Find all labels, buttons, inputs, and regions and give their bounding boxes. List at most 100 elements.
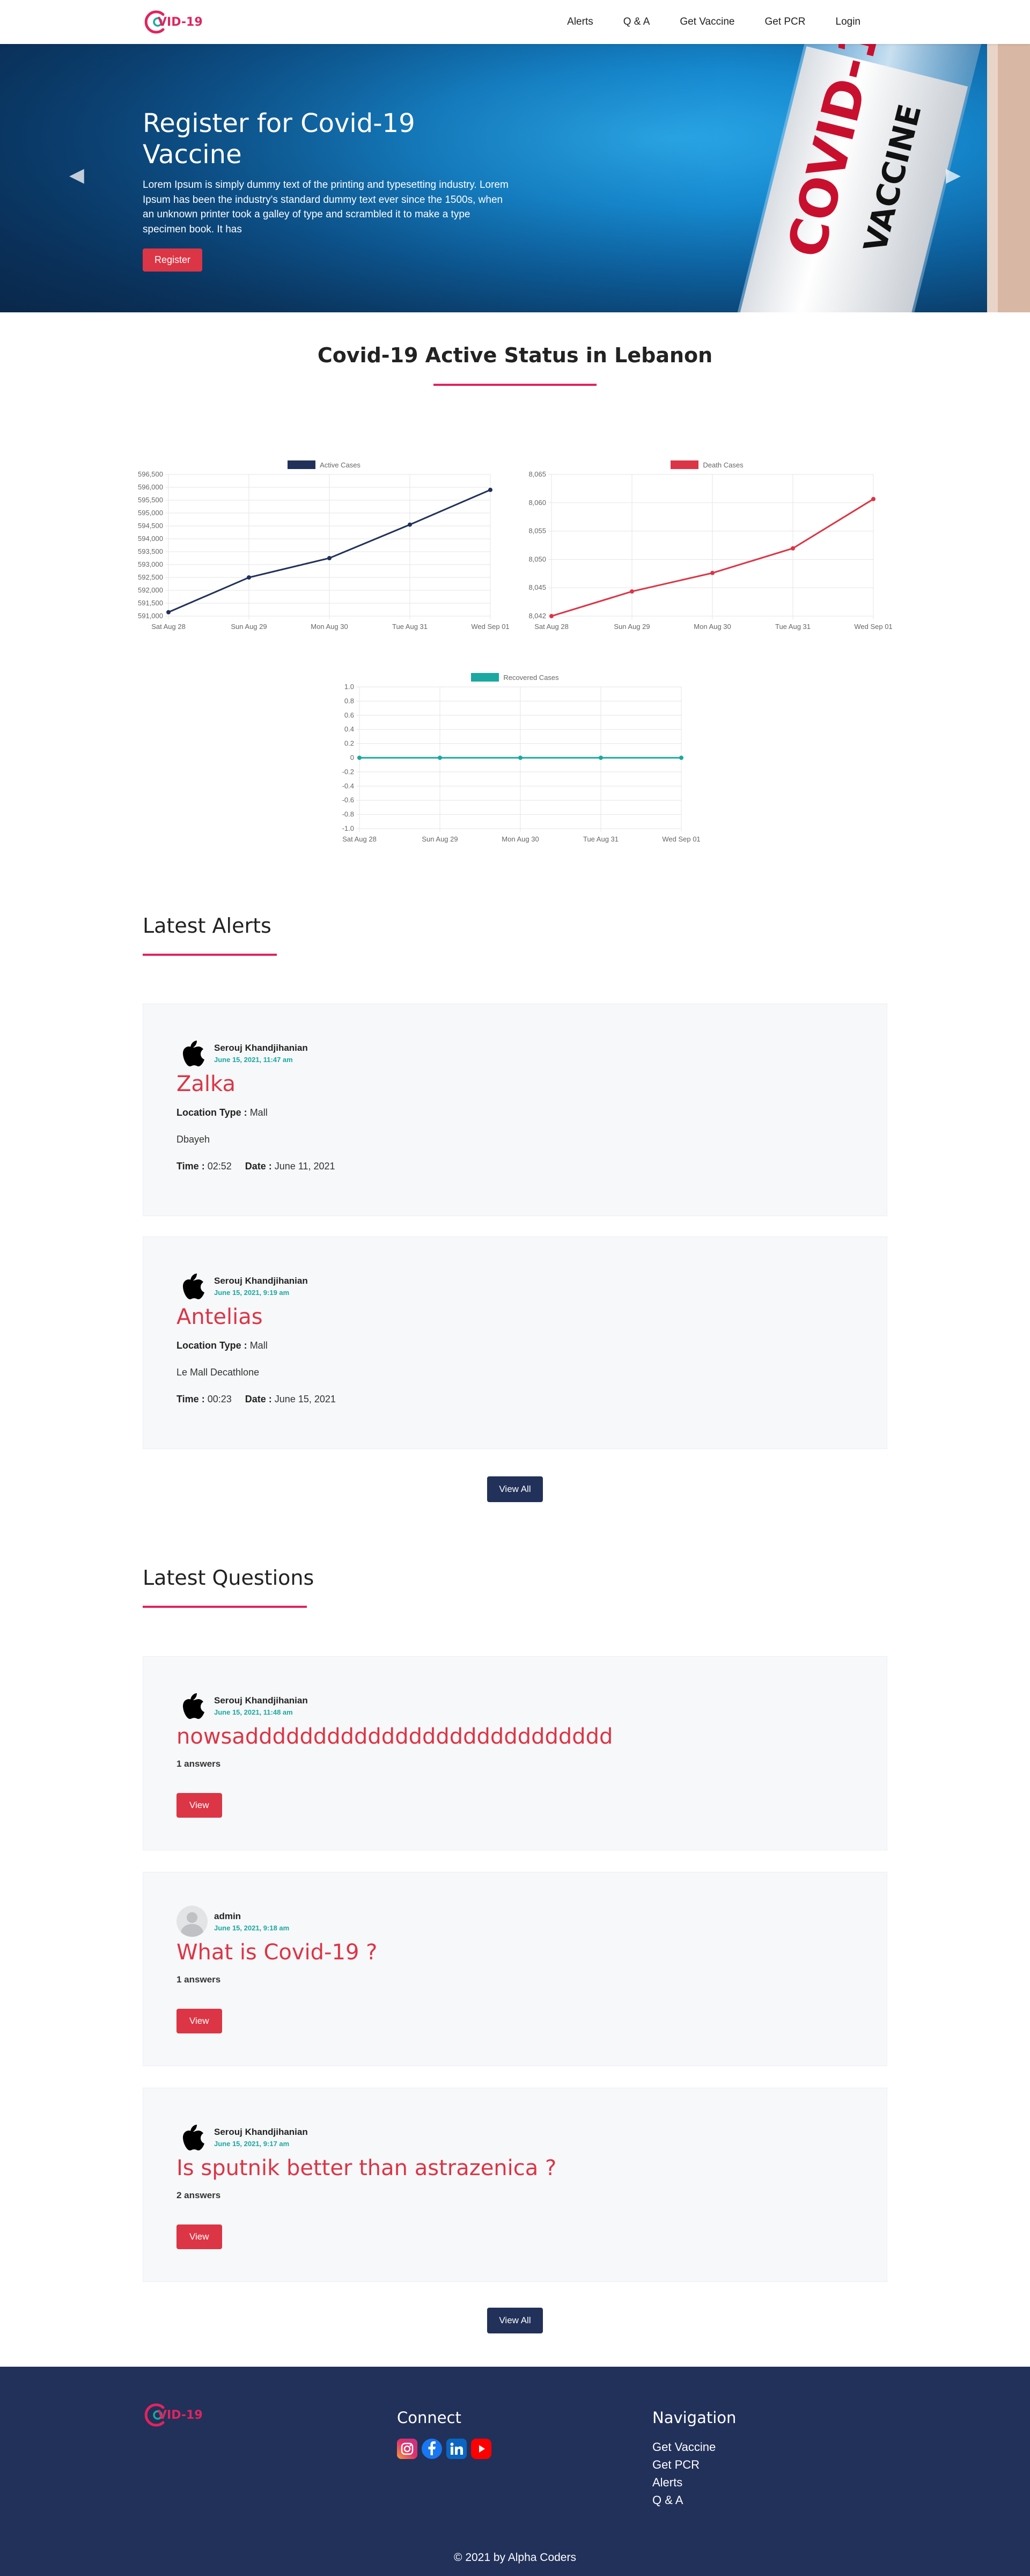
y-tick-label: 8,065 — [528, 470, 546, 478]
y-tick-label: 591,000 — [138, 612, 163, 620]
footer-link-get-vaccine[interactable]: Get Vaccine — [652, 2438, 716, 2456]
alert-title[interactable]: Antelias — [176, 1305, 263, 1329]
alert-author: Serouj Khandjihanian June 15, 2021, 9:19… — [176, 1270, 308, 1301]
x-tick-label: Tue Aug 31 — [583, 835, 619, 843]
linkedin-icon[interactable] — [446, 2439, 467, 2459]
nav-item-qa[interactable]: Q & A — [608, 16, 665, 28]
question-title[interactable]: Is sputnik better than astrazenica ? — [176, 2156, 556, 2180]
recovered-cases-chart: Recovered Cases -1.0 -0.8 -0.6 -0.4 -0.2 0 0.2 0… — [327, 672, 703, 849]
navbar: VID-19 Alerts Q & A Get Vaccine Get PCR … — [0, 0, 1030, 44]
nav-item-get-vaccine[interactable]: Get Vaccine — [665, 16, 749, 28]
question-author-name: Serouj Khandjihanian — [214, 2126, 308, 2137]
question-timestamp: June 15, 2021, 11:48 am — [214, 1708, 293, 1716]
footer-connect-title: Connect — [397, 2409, 461, 2427]
time-value: 00:23 — [207, 1394, 232, 1404]
questions-view-all-button[interactable]: View All — [487, 2308, 543, 2333]
nav-item-login[interactable]: Login — [821, 16, 876, 28]
apple-icon — [176, 1690, 208, 1721]
alert-card[interactable]: Serouj Khandjihanian June 15, 2021, 11:4… — [143, 1004, 887, 1216]
x-tick-label: Tue Aug 31 — [775, 623, 811, 631]
location-type-label: Location Type : — [176, 1107, 247, 1118]
question-author: Serouj Khandjihanian June 15, 2021, 11:4… — [176, 1690, 308, 1721]
chart-svg: 591,000 591,500 592,000 592,500 593,000 593,5… — [138, 470, 510, 631]
y-tick-label: -0.8 — [342, 810, 354, 818]
footer-link-alerts[interactable]: Alerts — [652, 2473, 716, 2491]
data-point — [438, 756, 442, 760]
alert-location-detail: Le Mall Decathlone — [176, 1367, 260, 1378]
question-author: Serouj Khandjihanian June 15, 2021, 9:17… — [176, 2121, 308, 2153]
question-timestamp: June 15, 2021, 9:17 am — [214, 2139, 290, 2148]
data-point — [679, 756, 683, 760]
data-point — [710, 570, 715, 575]
alert-card[interactable]: Serouj Khandjihanian June 15, 2021, 9:19… — [143, 1236, 887, 1449]
register-button[interactable]: Register — [143, 248, 203, 272]
brand-logo[interactable]: VID-19 — [142, 8, 203, 36]
footer-link-get-pcr[interactable]: Get PCR — [652, 2456, 716, 2473]
y-tick-label: 595,500 — [138, 496, 163, 504]
question-view-button[interactable]: View — [176, 2009, 222, 2033]
question-card[interactable]: admin June 15, 2021, 9:18 am What is Cov… — [143, 1872, 887, 2066]
hero-carousel: COVID-19 VACCINE Register for Covid-19 V… — [0, 44, 1030, 312]
alert-author-name: Serouj Khandjihanian — [214, 1275, 308, 1286]
question-view-button[interactable]: View — [176, 1793, 222, 1818]
data-point — [630, 589, 634, 594]
vaccine-vial-image: COVID-19 VACCINE — [733, 44, 1030, 312]
question-answer-count: 2 answers — [176, 2190, 221, 2200]
date-value: June 15, 2021 — [274, 1394, 336, 1404]
hero-title: Register for Covid-19 Vaccine — [143, 108, 415, 170]
footer-brand-logo[interactable]: VID-19 — [142, 2401, 203, 2429]
question-card[interactable]: Serouj Khandjihanian June 15, 2021, 11:4… — [143, 1656, 887, 1850]
nav-item-alerts[interactable]: Alerts — [552, 16, 608, 28]
y-tick-label: 8,055 — [528, 527, 546, 535]
question-card[interactable]: Serouj Khandjihanian June 15, 2021, 9:17… — [143, 2088, 887, 2282]
carousel-next-icon[interactable]: ▶ — [945, 166, 961, 185]
alert-author: Serouj Khandjihanian June 15, 2021, 11:4… — [176, 1037, 308, 1069]
instagram-icon[interactable] — [397, 2439, 417, 2459]
y-tick-label: 592,000 — [138, 586, 163, 594]
y-tick-label: 594,500 — [138, 522, 163, 530]
apple-icon — [176, 1037, 208, 1069]
alert-title[interactable]: Zalka — [176, 1072, 236, 1096]
data-point — [549, 614, 554, 618]
x-tick-label: Mon Aug 30 — [694, 623, 731, 631]
facebook-icon[interactable] — [422, 2439, 442, 2459]
y-tick-label: 8,050 — [528, 555, 546, 563]
y-tick-label: 0.6 — [344, 711, 354, 719]
date-value: June 11, 2021 — [274, 1161, 335, 1172]
alert-author-name: Serouj Khandjihanian — [214, 1042, 308, 1053]
y-tick-label: 591,500 — [138, 599, 163, 607]
y-tick-label: 594,000 — [138, 535, 163, 543]
question-timestamp: June 15, 2021, 9:18 am — [214, 1923, 290, 1932]
date-label: Date : — [245, 1394, 272, 1404]
y-tick-label: -0.2 — [342, 767, 354, 775]
nav-item-get-pcr[interactable]: Get PCR — [749, 16, 820, 28]
y-tick-label: 593,500 — [138, 547, 163, 555]
y-tick-label: 8,060 — [528, 499, 546, 507]
carousel-prev-icon[interactable]: ◀ — [69, 166, 85, 185]
question-author-name: Serouj Khandjihanian — [214, 1695, 308, 1706]
x-tick-label: Mon Aug 30 — [502, 835, 539, 843]
data-point — [247, 575, 251, 580]
data-point — [599, 756, 603, 760]
alert-time-date: Time : 02:52 Date : June 11, 2021 — [176, 1161, 335, 1172]
alerts-view-all-button[interactable]: View All — [487, 1476, 543, 1502]
y-tick-label: 592,500 — [138, 573, 163, 581]
location-type-value: Mall — [249, 1340, 268, 1351]
footer-navigation-title: Navigation — [652, 2409, 737, 2427]
question-title[interactable]: nowsaddddddddddddddddddddddddddd — [176, 1724, 613, 1749]
question-title[interactable]: What is Covid-19 ? — [176, 1940, 377, 1965]
copyright-text: © 2021 by Alpha Coders — [454, 2551, 576, 2564]
hero-content: Register for Covid-19 Vaccine Lorem Ipsu… — [143, 108, 513, 272]
footer-link-qa[interactable]: Q & A — [652, 2491, 716, 2509]
alert-timestamp: June 15, 2021, 11:47 am — [214, 1055, 293, 1064]
alert-location-type: Location Type : Mall — [176, 1340, 268, 1351]
x-tick-label: Sun Aug 29 — [422, 835, 458, 843]
youtube-icon[interactable] — [471, 2439, 491, 2459]
status-title-underline — [433, 384, 597, 386]
question-view-button[interactable]: View — [176, 2224, 222, 2249]
data-point — [791, 546, 795, 551]
data-point — [488, 487, 492, 492]
hero-description: Lorem Ipsum is simply dummy text of the … — [143, 179, 509, 235]
data-point — [357, 756, 362, 760]
x-tick-label: Tue Aug 31 — [392, 623, 428, 631]
